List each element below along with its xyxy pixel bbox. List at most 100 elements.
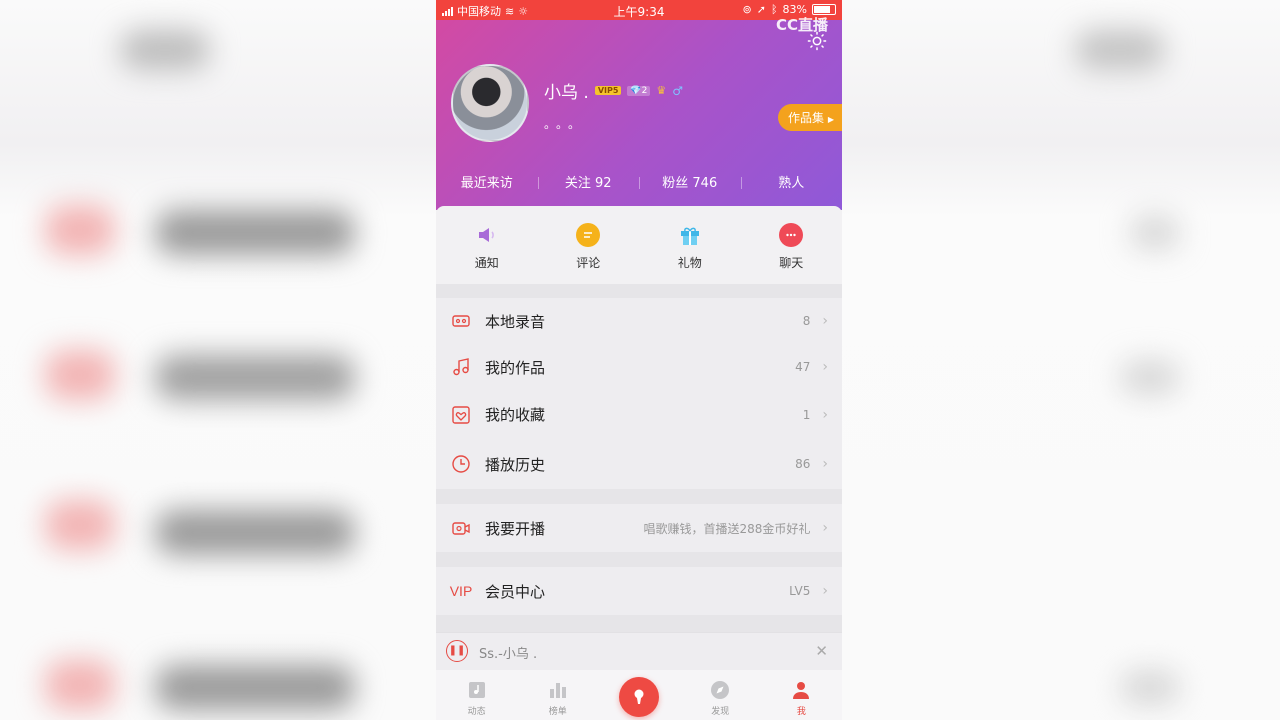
menu-value: LV5 bbox=[789, 584, 811, 598]
profile-signature: 。。。 bbox=[544, 117, 587, 131]
quick-action-label: 聊天 bbox=[779, 256, 804, 270]
bg-blur-shape bbox=[1075, 30, 1165, 70]
clock-icon bbox=[450, 453, 472, 475]
bg-blur-shape bbox=[45, 205, 115, 255]
chevron-right-icon: › bbox=[822, 520, 828, 536]
menu-play-history[interactable]: 播放历史 86 › bbox=[436, 439, 842, 489]
tab-discover[interactable]: 发现 bbox=[680, 670, 761, 720]
compass-icon bbox=[711, 681, 730, 699]
diamond-level-value: 2 bbox=[641, 85, 648, 96]
vip-badge: VIP5 bbox=[594, 86, 622, 95]
speaker-icon bbox=[475, 223, 499, 247]
menu-label: 播放历史 bbox=[485, 455, 546, 474]
bg-blur-shape bbox=[155, 665, 355, 710]
quick-action-chat[interactable]: 聊天 bbox=[741, 206, 843, 284]
now-playing-title: Ss.-小乌 . bbox=[479, 647, 538, 662]
tab-record[interactable] bbox=[598, 670, 679, 720]
pause-icon[interactable]: ❚❚ bbox=[446, 640, 468, 662]
chevron-right-icon: › bbox=[822, 359, 828, 375]
quick-actions: 通知 评论 礼物 聊天 bbox=[436, 206, 842, 284]
works-collection-button[interactable]: 作品集 ▶ bbox=[778, 104, 842, 131]
music-note-icon bbox=[450, 356, 472, 378]
avatar[interactable] bbox=[451, 64, 529, 142]
diamond-level-badge: 💎2 bbox=[627, 85, 651, 96]
chevron-right-icon: › bbox=[822, 456, 828, 472]
tab-charts[interactable]: 榜单 bbox=[517, 670, 598, 720]
section-divider bbox=[436, 284, 842, 298]
menu-value: 47 bbox=[795, 360, 811, 374]
heart-icon bbox=[450, 404, 472, 426]
menu-value: 86 bbox=[795, 457, 811, 471]
stat-fans[interactable]: 粉丝 746 bbox=[639, 172, 741, 191]
quick-action-comments[interactable]: 评论 bbox=[538, 206, 640, 284]
menu-label: 我的作品 bbox=[485, 358, 546, 377]
section-divider bbox=[436, 489, 842, 504]
charts-icon bbox=[549, 683, 566, 698]
menu-value: 唱歌赚钱，首播送288金币好礼 bbox=[643, 521, 811, 536]
comment-icon bbox=[576, 223, 601, 247]
tab-label: 发现 bbox=[711, 707, 730, 717]
bg-blur-shape bbox=[1130, 215, 1180, 250]
stat-recent-visitors[interactable]: 最近来访 bbox=[436, 172, 538, 191]
quick-action-label: 评论 bbox=[576, 256, 601, 270]
location-icon: ➚ bbox=[756, 3, 766, 16]
stat-following[interactable]: 关注 92 bbox=[537, 172, 640, 191]
person-icon bbox=[793, 682, 810, 699]
menu-value: 1 bbox=[802, 407, 811, 422]
phone-screen: 中国移动 ≋ ☼ 上午9:34 ⊚ ➚ ᛒ 83% CC直播 小乌 . VIP5… bbox=[436, 0, 842, 720]
bg-blur-shape bbox=[45, 350, 115, 400]
tab-feed[interactable]: 动态 bbox=[436, 670, 517, 720]
menu-label: 会员中心 bbox=[485, 582, 546, 601]
profile-name-row: 小乌 . VIP5 💎2 ♛ ♂ bbox=[544, 78, 683, 103]
bg-blur-shape bbox=[45, 500, 115, 550]
profile-name: 小乌 . bbox=[544, 83, 589, 103]
crown-icon: ♛ bbox=[656, 84, 667, 97]
menu-local-recordings[interactable]: 本地录音 8 › bbox=[436, 298, 842, 344]
menu-start-live[interactable]: 我要开播 唱歌赚钱，首播送288金币好礼 › bbox=[436, 504, 842, 552]
tab-label: 我 bbox=[796, 707, 806, 717]
bg-blur-shape bbox=[45, 660, 115, 710]
vip-icon: VIP bbox=[449, 580, 473, 602]
cassette-icon bbox=[450, 310, 472, 332]
bg-blur-shape bbox=[155, 210, 355, 255]
settings-gear-icon[interactable] bbox=[806, 30, 828, 52]
male-gender-icon: ♂ bbox=[672, 83, 684, 98]
close-icon[interactable]: ✕ bbox=[815, 642, 828, 660]
quick-action-label: 礼物 bbox=[677, 256, 702, 270]
chat-icon bbox=[779, 223, 804, 247]
tab-label: 动态 bbox=[467, 707, 486, 717]
tab-me[interactable]: 我 bbox=[761, 670, 842, 720]
chevron-right-icon: › bbox=[822, 313, 828, 329]
profile-header: CC直播 小乌 . VIP5 💎2 ♛ ♂ 。。。 作品集 ▶ 最近来访 关注 … bbox=[436, 16, 842, 210]
profile-stats: 最近来访 关注 92 粉丝 746 熟人 bbox=[436, 172, 842, 191]
menu-value: 8 bbox=[802, 314, 811, 328]
vip-icon-text: VIP bbox=[449, 583, 473, 599]
bg-blur-shape bbox=[1120, 670, 1180, 705]
feed-icon bbox=[468, 682, 485, 698]
menu-label: 我的收藏 bbox=[485, 406, 546, 424]
stat-acquaintances[interactable]: 熟人 bbox=[740, 172, 843, 191]
chevron-right-icon: › bbox=[822, 406, 828, 423]
menu-member-center[interactable]: VIP 会员中心 LV5 › bbox=[436, 567, 842, 615]
section-divider bbox=[436, 615, 842, 632]
bottom-tab-bar: 动态 榜单 发现 我 bbox=[436, 670, 842, 720]
works-collection-label: 作品集 bbox=[788, 111, 825, 125]
section-divider bbox=[436, 552, 842, 567]
gift-icon bbox=[678, 223, 702, 247]
bg-blur-shape bbox=[155, 510, 355, 555]
menu-my-works[interactable]: 我的作品 47 › bbox=[436, 344, 842, 390]
mini-player[interactable]: ❚❚ Ss.-小乌 . ✕ bbox=[436, 632, 842, 672]
quick-action-gifts[interactable]: 礼物 bbox=[639, 206, 741, 284]
quick-action-label: 通知 bbox=[474, 256, 499, 270]
bg-blur-shape bbox=[155, 355, 355, 400]
chevron-right-icon: › bbox=[822, 583, 828, 599]
menu-my-favorites[interactable]: 我的收藏 1 › bbox=[436, 390, 842, 439]
chevron-right-icon: ▶ bbox=[827, 115, 834, 124]
microphone-icon bbox=[619, 677, 659, 717]
menu-label: 本地录音 bbox=[485, 312, 546, 331]
quick-action-notifications[interactable]: 通知 bbox=[436, 206, 538, 284]
lock-rotation-icon: ⊚ bbox=[742, 3, 752, 16]
tab-label: 榜单 bbox=[548, 707, 567, 717]
menu-label: 我要开播 bbox=[485, 519, 546, 538]
bg-blur-shape bbox=[1120, 360, 1180, 395]
